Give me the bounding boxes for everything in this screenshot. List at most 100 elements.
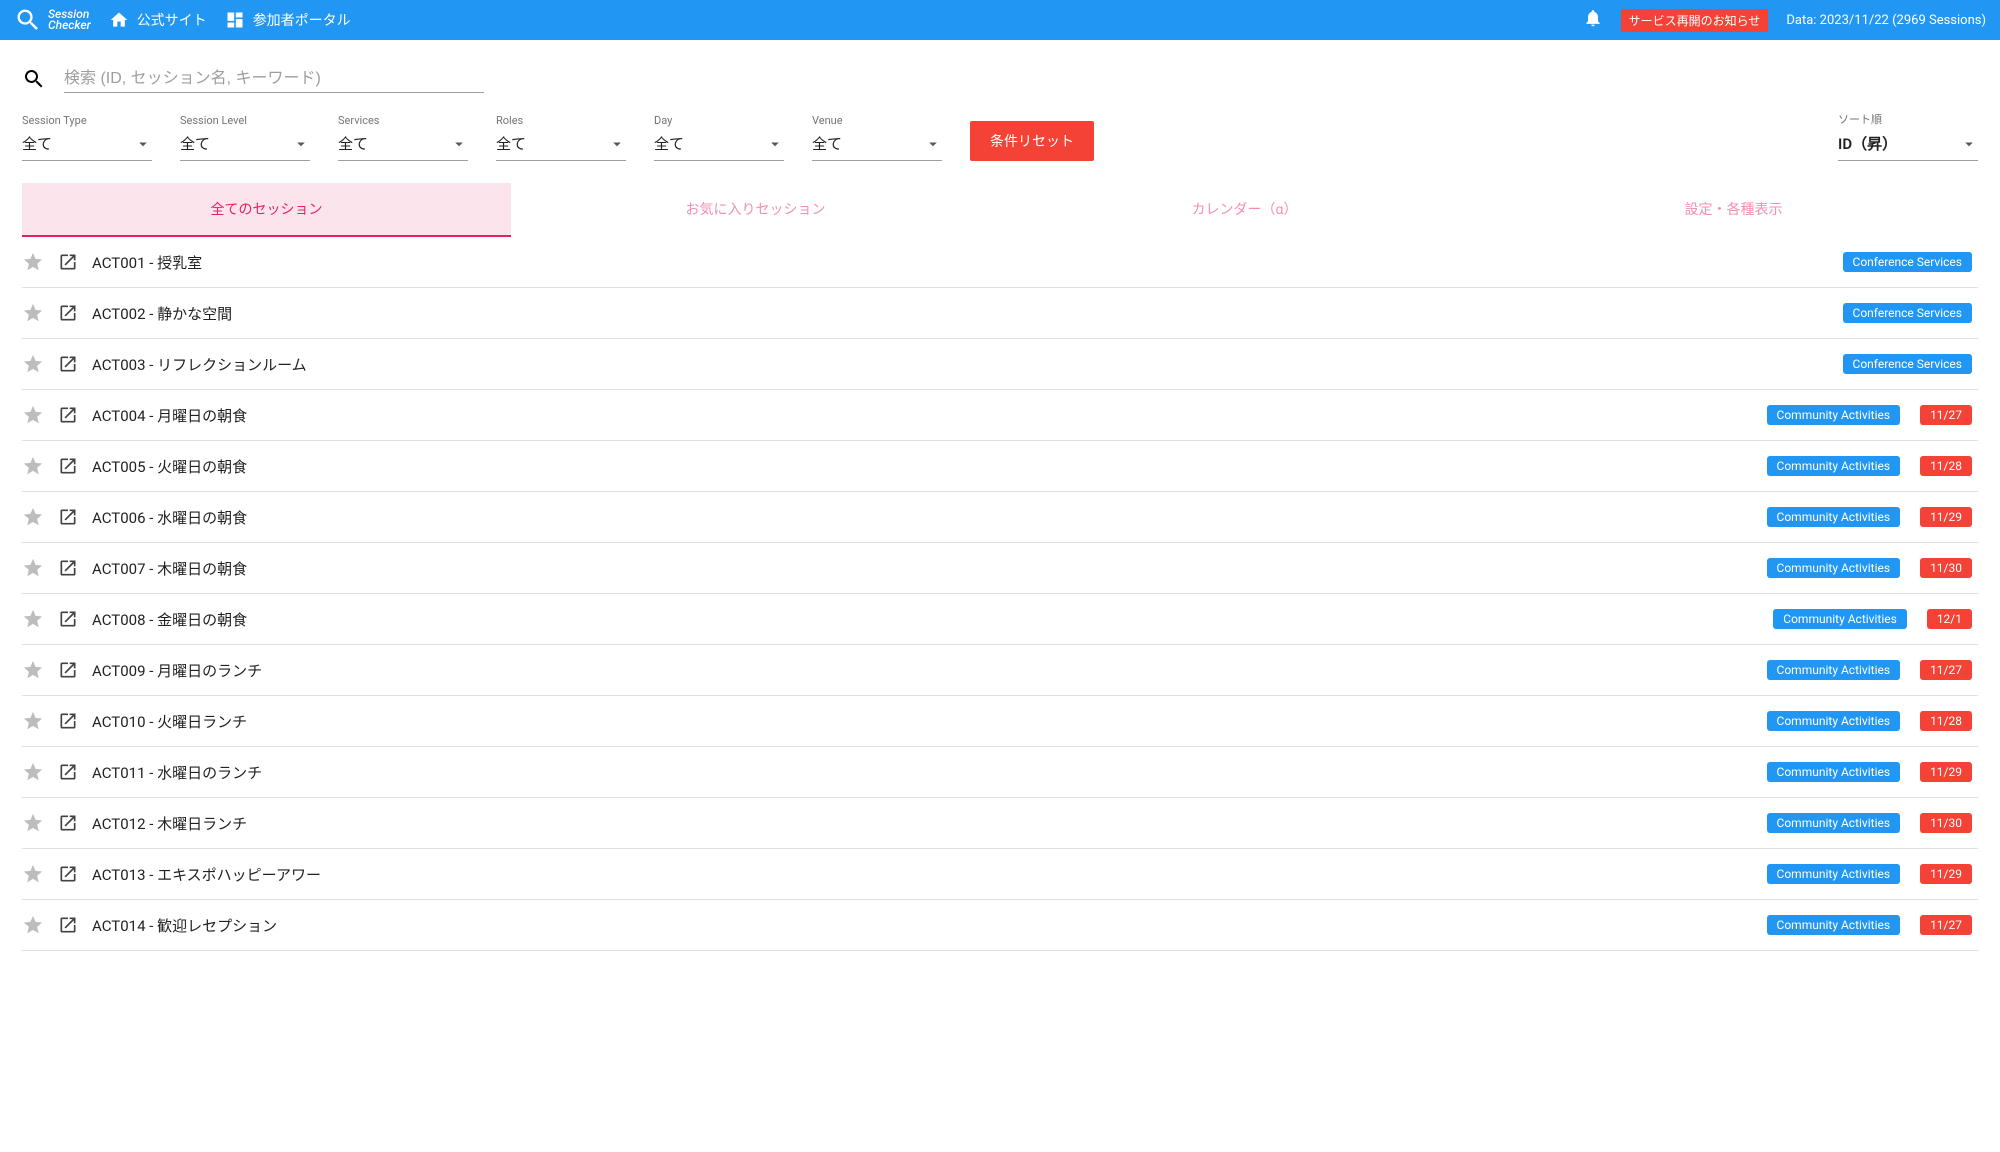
session-row[interactable]: ACT004 - 月曜日の朝食Community Activities11/27 xyxy=(22,390,1978,441)
session-type-badge: Conference Services xyxy=(1843,303,1972,323)
session-row[interactable]: ACT009 - 月曜日のランチCommunity Activities11/2… xyxy=(22,645,1978,696)
official-site-link[interactable]: 公式サイト xyxy=(109,10,207,30)
star-icon[interactable] xyxy=(22,812,44,834)
filter-day[interactable]: Day 全て xyxy=(654,114,784,161)
data-info: Data: 2023/11/22 (2969 Sessions) xyxy=(1786,13,1986,28)
session-title: ACT007 - 木曜日の朝食 xyxy=(92,558,1747,579)
session-type-badge: Community Activities xyxy=(1767,915,1901,935)
open-external-icon[interactable] xyxy=(58,354,78,374)
official-site-label: 公式サイト xyxy=(137,10,207,30)
session-type-badge: Community Activities xyxy=(1767,507,1901,527)
star-icon[interactable] xyxy=(22,251,44,273)
open-external-icon[interactable] xyxy=(58,711,78,731)
chevron-down-icon xyxy=(450,135,468,153)
star-icon[interactable] xyxy=(22,404,44,426)
filter-session-type[interactable]: Session Type 全て xyxy=(22,114,152,161)
open-external-icon[interactable] xyxy=(58,813,78,833)
star-icon[interactable] xyxy=(22,659,44,681)
open-external-icon[interactable] xyxy=(58,507,78,527)
topbar: Session Checker 公式サイト 参加者ポータル サービス再開のお知ら… xyxy=(0,0,2000,40)
session-row[interactable]: ACT001 - 授乳室 Conference Services xyxy=(22,237,1978,288)
session-row[interactable]: ACT006 - 水曜日の朝食Community Activities11/29 xyxy=(22,492,1978,543)
reset-filters-button[interactable]: 条件リセット xyxy=(970,121,1094,161)
tab-favorites[interactable]: お気に入りセッション xyxy=(511,183,1000,237)
star-icon[interactable] xyxy=(22,608,44,630)
chevron-down-icon xyxy=(134,135,152,153)
filter-venue[interactable]: Venue 全て xyxy=(812,114,942,161)
session-row[interactable]: ACT008 - 金曜日の朝食Community Activities12/1 xyxy=(22,594,1978,645)
open-external-icon[interactable] xyxy=(58,456,78,476)
open-external-icon[interactable] xyxy=(58,558,78,578)
session-type-badge: Conference Services xyxy=(1843,354,1972,374)
filter-session-level[interactable]: Session Level 全て xyxy=(180,114,310,161)
notifications-button[interactable] xyxy=(1583,8,1603,32)
open-external-icon[interactable] xyxy=(58,609,78,629)
chevron-down-icon xyxy=(1960,135,1978,153)
star-icon[interactable] xyxy=(22,761,44,783)
session-row[interactable]: ACT003 - リフレクションルームConference Services xyxy=(22,339,1978,390)
service-alert[interactable]: サービス再開のお知らせ xyxy=(1621,9,1769,32)
session-title: ACT001 - 授乳室 xyxy=(92,252,1823,273)
star-icon[interactable] xyxy=(22,914,44,936)
filter-sort[interactable]: ソート順 ID（昇） xyxy=(1838,111,1978,161)
session-row[interactable]: ACT010 - 火曜日ランチCommunity Activities11/28 xyxy=(22,696,1978,747)
star-icon[interactable] xyxy=(22,455,44,477)
session-type-badge: Community Activities xyxy=(1767,813,1901,833)
session-date-badge: 11/30 xyxy=(1920,813,1972,833)
session-row[interactable]: ACT005 - 火曜日の朝食Community Activities11/28 xyxy=(22,441,1978,492)
session-type-badge: Community Activities xyxy=(1767,660,1901,680)
session-title: ACT011 - 水曜日のランチ xyxy=(92,762,1747,783)
dashboard-icon xyxy=(225,10,245,30)
session-title: ACT010 - 火曜日ランチ xyxy=(92,711,1747,732)
tabs: 全てのセッション お気に入りセッション カレンダー（α） 設定・各種表示 xyxy=(22,183,1978,237)
session-row[interactable]: ACT007 - 木曜日の朝食Community Activities11/30 xyxy=(22,543,1978,594)
logo-text-2: Checker xyxy=(48,20,91,31)
tab-all-sessions[interactable]: 全てのセッション xyxy=(22,183,511,237)
session-date-badge: 11/29 xyxy=(1920,762,1972,782)
session-date-badge: 11/28 xyxy=(1920,456,1972,476)
session-date-badge: 12/1 xyxy=(1927,609,1972,629)
search-row xyxy=(22,64,1978,93)
open-external-icon[interactable] xyxy=(58,303,78,323)
home-icon xyxy=(109,10,129,30)
open-external-icon[interactable] xyxy=(58,915,78,935)
session-title: ACT004 - 月曜日の朝食 xyxy=(92,405,1747,426)
session-type-badge: Community Activities xyxy=(1767,762,1901,782)
session-row[interactable]: ACT012 - 木曜日ランチ Community Activities 11/30 xyxy=(22,798,1978,849)
tab-settings[interactable]: 設定・各種表示 xyxy=(1489,183,1978,237)
star-icon[interactable] xyxy=(22,710,44,732)
star-icon[interactable] xyxy=(22,506,44,528)
chevron-down-icon xyxy=(292,135,310,153)
filter-services[interactable]: Services 全て xyxy=(338,114,468,161)
bell-icon xyxy=(1583,8,1603,28)
portal-link[interactable]: 参加者ポータル xyxy=(225,10,351,30)
session-date-badge: 11/29 xyxy=(1920,864,1972,884)
session-type-badge: Conference Services xyxy=(1843,252,1972,272)
filter-roles[interactable]: Roles 全て xyxy=(496,114,626,161)
tab-calendar[interactable]: カレンダー（α） xyxy=(1000,183,1489,237)
star-icon[interactable] xyxy=(22,557,44,579)
filters-row: Session Type 全て Session Level 全て Service… xyxy=(22,111,1978,161)
session-type-badge: Community Activities xyxy=(1773,609,1907,629)
session-title: ACT006 - 水曜日の朝食 xyxy=(92,507,1747,528)
session-date-badge: 11/27 xyxy=(1920,915,1972,935)
session-row[interactable]: ACT014 - 歓迎レセプションCommunity Activities11/… xyxy=(22,900,1978,951)
portal-label: 参加者ポータル xyxy=(253,10,351,30)
open-external-icon[interactable] xyxy=(58,864,78,884)
session-row[interactable]: ACT002 - 静かな空間Conference Services xyxy=(22,288,1978,339)
logo[interactable]: Session Checker xyxy=(14,6,91,34)
session-type-badge: Community Activities xyxy=(1767,711,1901,731)
open-external-icon[interactable] xyxy=(58,252,78,272)
search-input[interactable] xyxy=(64,64,484,93)
session-title: ACT012 - 木曜日ランチ xyxy=(92,813,1747,834)
star-icon[interactable] xyxy=(22,302,44,324)
open-external-icon[interactable] xyxy=(58,405,78,425)
chevron-down-icon xyxy=(608,135,626,153)
session-title: ACT005 - 火曜日の朝食 xyxy=(92,456,1747,477)
open-external-icon[interactable] xyxy=(58,762,78,782)
star-icon[interactable] xyxy=(22,863,44,885)
open-external-icon[interactable] xyxy=(58,660,78,680)
session-row[interactable]: ACT013 - エキスポハッピーアワーCommunity Activities… xyxy=(22,849,1978,900)
star-icon[interactable] xyxy=(22,353,44,375)
session-row[interactable]: ACT011 - 水曜日のランチ Community Activities 11/2… xyxy=(22,747,1978,798)
